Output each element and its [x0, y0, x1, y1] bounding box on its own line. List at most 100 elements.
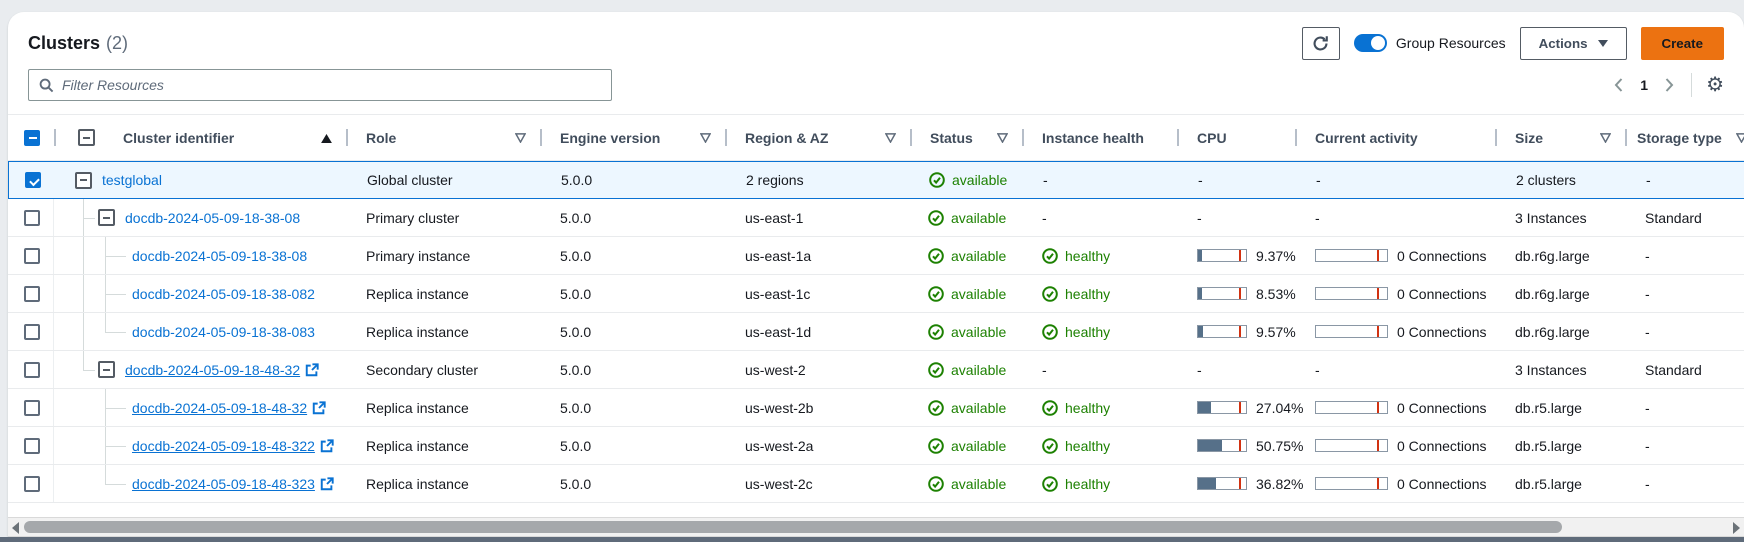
column-label: Size [1515, 130, 1543, 146]
select-all-checkbox[interactable] [24, 130, 40, 146]
size-cell: 3 Instances [1495, 199, 1625, 236]
current-page-number[interactable]: 1 [1640, 77, 1648, 93]
column-header-role[interactable]: Role [346, 115, 540, 160]
collapse-all-icon[interactable] [78, 129, 95, 146]
actions-button[interactable]: Actions [1520, 27, 1627, 60]
region-az-cell: us-east-1c [725, 275, 910, 312]
group-resources-toggle[interactable]: Group Resources [1354, 34, 1506, 52]
group-resources-label: Group Resources [1396, 35, 1506, 51]
connections-bar-threshold-tick [1377, 402, 1379, 413]
refresh-button[interactable] [1302, 27, 1340, 60]
table-row[interactable]: docdb-2024-05-09-18-48-32 Replica instanc… [8, 389, 1744, 427]
cpu-bar [1197, 477, 1247, 490]
status-text: available [951, 286, 1006, 302]
storage-type-cell-value: - [1645, 324, 1650, 340]
row-checkbox[interactable] [24, 476, 40, 492]
role-cell: Primary instance [346, 237, 540, 274]
horizontal-scrollbar-thumb[interactable] [24, 521, 1562, 533]
size-cell: db.r5.large [1495, 389, 1625, 426]
column-header-engine-version[interactable]: Engine version [540, 115, 725, 160]
column-header-instance-health[interactable]: Instance health [1022, 115, 1177, 160]
row-checkbox[interactable] [24, 248, 40, 264]
current-activity-cell: 0 Connections [1295, 275, 1495, 312]
column-header-storage-type[interactable]: Storage type [1625, 115, 1744, 160]
region-az-cell-value: us-east-1 [745, 210, 803, 226]
row-checkbox[interactable] [24, 438, 40, 454]
scroll-right-arrow-icon[interactable] [1733, 522, 1740, 534]
expander-icon[interactable] [98, 209, 115, 226]
row-checkbox[interactable] [24, 324, 40, 340]
row-select-cell [8, 465, 54, 502]
role-cell: Replica instance [346, 389, 540, 426]
filter-icon[interactable] [1600, 130, 1611, 146]
column-header-cluster-identifier[interactable]: Cluster identifier [54, 115, 346, 160]
expander-icon[interactable] [98, 361, 115, 378]
row-checkbox[interactable] [24, 362, 40, 378]
table-row[interactable]: testglobalGlobal cluster5.0.02 regionsav… [8, 161, 1744, 199]
cpu-bar-fill [1198, 250, 1202, 261]
table-row[interactable]: docdb-2024-05-09-18-38-082Replica instan… [8, 275, 1744, 313]
table-row[interactable]: docdb-2024-05-09-18-38-08 Primary instanc… [8, 237, 1744, 275]
row-checkbox[interactable] [24, 210, 40, 226]
status-badge: available [929, 172, 1007, 188]
row-select-cell [8, 313, 54, 350]
cluster-link[interactable]: docdb-2024-05-09-18-48-32 [125, 362, 300, 378]
table-row[interactable]: docdb-2024-05-09-18-38-083Replica instan… [8, 313, 1744, 351]
column-header-cpu[interactable]: CPU [1177, 115, 1295, 160]
cluster-link[interactable]: docdb-2024-05-09-18-38-08 [132, 248, 307, 264]
cluster-identifier-cell: docdb-2024-05-09-18-48-32 [54, 351, 346, 388]
scroll-left-arrow-icon[interactable] [12, 522, 19, 534]
connections-label: 0 Connections [1397, 248, 1487, 264]
size-cell: db.r6g.large [1495, 275, 1625, 312]
size-cell-value: 3 Instances [1515, 362, 1587, 378]
column-header-size[interactable]: Size [1495, 115, 1625, 160]
filter-icon[interactable] [1736, 130, 1744, 146]
column-header-current-activity[interactable]: Current activity [1295, 115, 1495, 160]
cpu-cell: - [1177, 351, 1295, 388]
toggle-switch-on[interactable] [1354, 34, 1387, 52]
column-header-region-az[interactable]: Region & AZ [725, 115, 910, 160]
filter-icon[interactable] [515, 130, 526, 146]
expander-icon[interactable] [75, 172, 92, 189]
table-row[interactable]: docdb-2024-05-09-18-48-323Replica instan… [8, 465, 1744, 503]
cluster-link[interactable]: docdb-2024-05-09-18-38-08 [125, 210, 300, 226]
cluster-link[interactable]: docdb-2024-05-09-18-48-32 [132, 400, 307, 416]
status-available-icon [928, 400, 944, 416]
filter-resources-box[interactable] [28, 69, 612, 101]
table-row[interactable]: docdb-2024-05-09-18-48-322Replica instan… [8, 427, 1744, 465]
tree-guide-line [105, 313, 106, 332]
table-row[interactable]: docdb-2024-05-09-18-38-08 Primary cluster… [8, 199, 1744, 237]
filter-icon[interactable] [997, 130, 1008, 146]
cluster-link[interactable]: docdb-2024-05-09-18-48-322 [132, 438, 315, 454]
table-body: testglobalGlobal cluster5.0.02 regionsav… [8, 161, 1744, 503]
column-header-status[interactable]: Status [910, 115, 1022, 160]
tree-guide-line [105, 465, 106, 484]
current-activity-cell: 0 Connections [1295, 465, 1495, 502]
row-checkbox[interactable] [24, 400, 40, 416]
row-checkbox[interactable] [24, 286, 40, 302]
row-checkbox[interactable] [25, 172, 41, 188]
role-cell-value: Primary cluster [366, 210, 459, 226]
table-row[interactable]: docdb-2024-05-09-18-48-32Secondary clust… [8, 351, 1744, 389]
cluster-link[interactable]: docdb-2024-05-09-18-48-323 [132, 476, 315, 492]
storage-type-cell-value: - [1645, 438, 1650, 454]
create-button[interactable]: Create [1641, 27, 1725, 60]
sort-ascending-icon[interactable] [321, 130, 332, 146]
pagination: 1 ⚙ [1611, 73, 1724, 97]
previous-page-button[interactable] [1611, 75, 1626, 95]
cluster-link[interactable]: docdb-2024-05-09-18-38-082 [132, 286, 315, 302]
status-cell: available [911, 162, 1023, 198]
table-header-row: Cluster identifier Role Engine version R… [8, 114, 1744, 161]
health-text: healthy [1065, 248, 1110, 264]
connections-bar [1315, 477, 1388, 490]
cpu-cell: - [1177, 199, 1295, 236]
gear-icon[interactable]: ⚙ [1706, 75, 1724, 95]
filter-icon[interactable] [700, 130, 711, 146]
filter-resources-input[interactable] [62, 77, 601, 93]
filter-icon[interactable] [885, 130, 896, 146]
cluster-link[interactable]: docdb-2024-05-09-18-38-083 [132, 324, 315, 340]
horizontal-scrollbar[interactable] [8, 517, 1744, 537]
cluster-link[interactable]: testglobal [102, 172, 162, 188]
next-page-button[interactable] [1662, 75, 1677, 95]
storage-type-cell-value: - [1645, 400, 1650, 416]
